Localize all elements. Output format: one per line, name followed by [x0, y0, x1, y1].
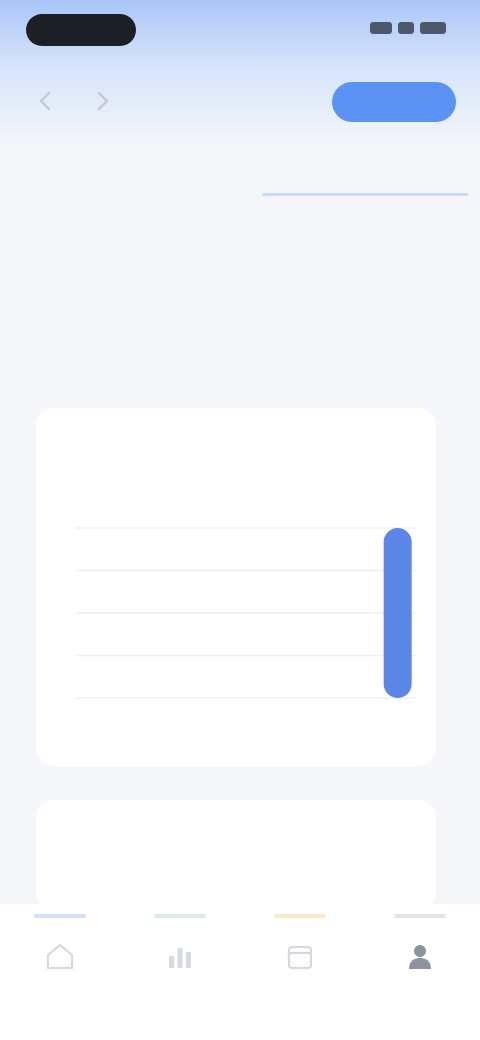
chart-icon: [162, 938, 198, 974]
tab-bar: [0, 144, 480, 200]
tab-second[interactable]: [240, 144, 480, 200]
nav-accent-bar: [274, 914, 326, 918]
nav-accent-bar: [154, 914, 206, 918]
stat-item[interactable]: [50, 302, 160, 372]
chevron-left-icon: [39, 91, 51, 111]
back-button[interactable]: [30, 86, 60, 116]
forward-button[interactable]: [88, 86, 118, 116]
wifi-icon: [398, 22, 414, 34]
nav-accent-bar: [394, 914, 446, 918]
metric-card[interactable]: [36, 408, 436, 766]
status-icons: [370, 22, 446, 34]
chevron-right-icon: [97, 91, 109, 111]
tab-first[interactable]: [0, 144, 240, 200]
home-icon: [42, 938, 78, 974]
nav-item-home[interactable]: [0, 904, 120, 1040]
profile-icon: [402, 938, 438, 974]
chart-bar[interactable]: [383, 528, 412, 698]
nav-item-chart[interactable]: [120, 904, 240, 1040]
primary-action-button[interactable]: [332, 82, 456, 122]
status-time-pill: [26, 14, 136, 46]
nav-accent-bar: [34, 914, 86, 918]
stat-item[interactable]: [330, 302, 440, 372]
secondary-card[interactable]: [36, 800, 436, 910]
bottom-navigation: [0, 904, 480, 1040]
calendar-icon: [282, 938, 318, 974]
signal-icon: [370, 22, 392, 34]
stat-item[interactable]: [190, 302, 300, 372]
battery-icon: [420, 22, 446, 34]
nav-item-profile[interactable]: [360, 904, 480, 1040]
app-screen: [0, 0, 480, 1040]
nav-item-calendar[interactable]: [240, 904, 360, 1040]
metric-chart: [76, 527, 416, 699]
stats-row: [50, 302, 440, 372]
header: [0, 78, 480, 126]
status-bar: [0, 0, 480, 64]
